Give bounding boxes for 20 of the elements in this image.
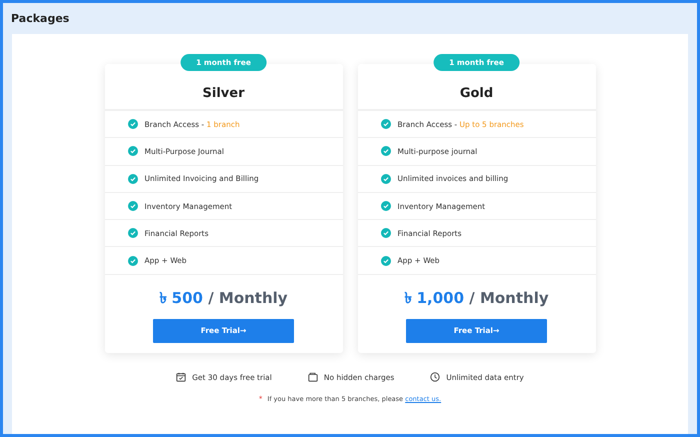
wallet-icon [308,372,318,382]
calendar-icon [176,372,186,382]
plan-price: ৳ 1,000 / Monthly [404,288,549,309]
check-icon [380,201,390,212]
check-icon [380,119,390,130]
clock-icon [430,372,440,382]
check-icon [380,256,390,266]
check-icon [128,228,138,238]
check-icon [128,146,138,156]
plan-name: Gold [358,64,596,111]
check-icon [380,228,390,238]
check-icon [128,119,138,130]
check-icon [380,174,390,184]
check-icon [128,174,138,184]
check-icon [128,256,138,266]
check-icon [128,201,138,212]
plan-name: Silver [104,64,342,111]
page-title: Packages [11,12,70,25]
plan-price: ৳ 500 / Monthly [159,288,288,309]
check-icon [380,146,390,156]
